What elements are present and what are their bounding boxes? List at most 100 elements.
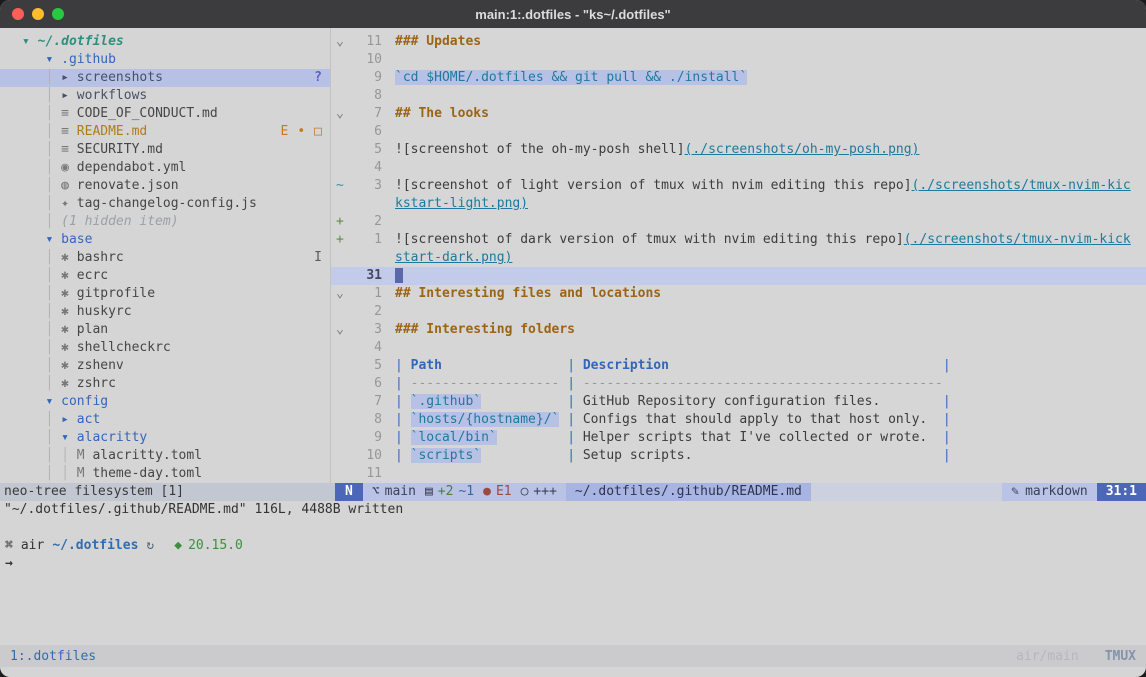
editor-line[interactable]: 9`cd $HOME/.dotfiles && git pull && ./in…	[331, 69, 1146, 87]
tree-item-label: dependabot.yml	[77, 159, 187, 177]
tree-item-alacritty-toml[interactable]: │ │ M alacritty.toml	[0, 447, 330, 465]
editor-line[interactable]: 9| `local/bin` | Helper scripts that I'v…	[331, 429, 1146, 447]
indent-guide	[22, 51, 45, 69]
tree-item-tag-changelog-config-js[interactable]: │ ✦ tag-changelog-config.js	[0, 195, 330, 213]
editor-line[interactable]: 7| `.github` | GitHub Repository configu…	[331, 393, 1146, 411]
editor-line[interactable]: 11	[331, 465, 1146, 483]
editor-line[interactable]: 10| `scripts` | Setup scripts. |	[331, 447, 1146, 465]
status-extra: +++	[533, 483, 556, 501]
tree-item-ecrc[interactable]: │ ✱ ecrc	[0, 267, 330, 285]
indent-guide: │	[22, 123, 61, 141]
tree-item-act[interactable]: │ ▸ act	[0, 411, 330, 429]
indent-guide: │	[22, 69, 61, 87]
tree-item-security-md[interactable]: │ ≡ SECURITY.md	[0, 141, 330, 159]
indent-guide: │	[22, 195, 61, 213]
tree-item-bashrc[interactable]: │ ✱ bashrcI	[0, 249, 330, 267]
zoom-button[interactable]	[52, 8, 64, 20]
indent-guide: │	[22, 375, 61, 393]
apple-icon: ⌘	[5, 537, 13, 555]
close-button[interactable]	[12, 8, 24, 20]
fold-sign-marker	[331, 159, 354, 177]
editor-line[interactable]: +2	[331, 213, 1146, 231]
tree-item-github[interactable]: ▾ .github	[0, 51, 330, 69]
tree-item-renovate-json[interactable]: │ ◍ renovate.json	[0, 177, 330, 195]
tmux-window-name[interactable]: 1:.dotfiles	[10, 649, 96, 664]
tree-item-screenshots[interactable]: │ ▸ screenshots?	[0, 69, 330, 87]
tmux-session-name: air/main	[1016, 649, 1079, 664]
editor-line[interactable]: 5![screenshot of the oh-my-posh shell](.…	[331, 141, 1146, 159]
editor-lines: ⌄11### Updates 10 9`cd $HOME/.dotfiles &…	[331, 33, 1146, 483]
status-extra-group: ○ +++	[521, 483, 557, 501]
indent-guide: │	[22, 339, 61, 357]
tree-item-1-hidden-item[interactable]: │ (1 hidden item)	[0, 213, 330, 231]
tree-item-alacritty[interactable]: │ ▾ alacritty	[0, 429, 330, 447]
file-icon: ≡	[61, 123, 77, 141]
tree-item-code-of-conduct-md[interactable]: │ ≡ CODE_OF_CONDUCT.md	[0, 105, 330, 123]
line-content: | `local/bin` | Helper scripts that I've…	[395, 429, 951, 447]
git-diff-group: ▤ +2 ~1	[425, 483, 474, 501]
diagnostic-icon: ●	[483, 483, 491, 501]
editor-line[interactable]: 6| ------------------- | ---------------…	[331, 375, 1146, 393]
editor-line[interactable]: 5| Path | Description |	[331, 357, 1146, 375]
fold-sign-marker	[331, 267, 354, 285]
line-content	[395, 267, 403, 285]
line-content: ![screenshot of the oh-my-posh shell](./…	[395, 141, 919, 159]
fold-sign-marker	[331, 249, 354, 267]
tree-item-zshrc[interactable]: │ ✱ zshrc	[0, 375, 330, 393]
mode-indicator: N	[335, 483, 363, 501]
editor-line[interactable]: ⌄11### Updates	[331, 33, 1146, 51]
fold-sign-marker	[331, 393, 354, 411]
syntax-segment	[927, 412, 943, 427]
editor-line[interactable]: 4	[331, 159, 1146, 177]
editor-line[interactable]: start-dark.png)	[331, 249, 1146, 267]
editor-line[interactable]: 10	[331, 51, 1146, 69]
tree-item-gitprofile[interactable]: │ ✱ gitprofile	[0, 285, 330, 303]
line-number: 2	[354, 303, 382, 321]
editor-line[interactable]: ⌄7## The looks	[331, 105, 1146, 123]
tree-item-workflows[interactable]: │ ▸ workflows	[0, 87, 330, 105]
editor-line[interactable]: ⌄1## Interesting files and locations	[331, 285, 1146, 303]
editor-line[interactable]: 2	[331, 303, 1146, 321]
editor-line[interactable]: 8| `hosts/{hostname}/` | Configs that sh…	[331, 411, 1146, 429]
tree-item-plan[interactable]: │ ✱ plan	[0, 321, 330, 339]
line-number: 7	[354, 393, 382, 411]
editor-line[interactable]: 6	[331, 123, 1146, 141]
editor-line[interactable]: ~3![screenshot of light version of tmux …	[331, 177, 1146, 195]
editor-line[interactable]: kstart-light.png)	[331, 195, 1146, 213]
tree-item-shellcheckrc[interactable]: │ ✱ shellcheckrc	[0, 339, 330, 357]
tree-item-base[interactable]: ▾ base	[0, 231, 330, 249]
editor-cursor-line[interactable]: 31	[331, 267, 1146, 285]
indent-guide: │	[22, 159, 61, 177]
tree-item-zshenv[interactable]: │ ✱ zshenv	[0, 357, 330, 375]
minimize-button[interactable]	[32, 8, 44, 20]
editor-pane[interactable]: ⌄11### Updates 10 9`cd $HOME/.dotfiles &…	[330, 28, 1146, 483]
fold-sign-marker	[331, 141, 354, 159]
syntax-segment: |	[567, 412, 583, 427]
editor-line[interactable]: ⌄3### Interesting folders	[331, 321, 1146, 339]
tree-item-dependabot-yml[interactable]: │ ◉ dependabot.yml	[0, 159, 330, 177]
file-icon: ◍	[61, 177, 77, 195]
tree-item-label: renovate.json	[77, 177, 179, 195]
tmux-pane-shell[interactable]: ⌘ air ~/.dotfiles ↻ ◆ 20.15.0 →	[0, 519, 1146, 591]
tree-item-label: CODE_OF_CONDUCT.md	[77, 105, 218, 123]
tree-item-label: screenshots	[77, 69, 163, 87]
diagnostics-group: ● E1	[483, 483, 511, 501]
editor-line[interactable]: 8	[331, 87, 1146, 105]
tree-item-readme-md[interactable]: │ ≡ README.mdE•□	[0, 123, 330, 141]
line-content: | ------------------- | ----------------…	[395, 375, 943, 393]
tree-item-config[interactable]: ▾ config	[0, 393, 330, 411]
syntax-segment	[442, 358, 567, 373]
tree-item-huskyrc[interactable]: │ ✱ huskyrc	[0, 303, 330, 321]
filetype-label: markdown	[1025, 483, 1088, 501]
node-icon: ◆	[174, 537, 182, 555]
tree-item-label: zshenv	[77, 357, 124, 375]
tree-item-label: alacritty.toml	[92, 447, 202, 465]
fold-sign-marker	[331, 447, 354, 465]
tree-item-dotfiles[interactable]: ▾ ~/.dotfiles	[0, 33, 330, 51]
file-icon: M	[77, 465, 93, 483]
editor-line[interactable]: 4	[331, 339, 1146, 357]
editor-line[interactable]: +1![screenshot of dark version of tmux w…	[331, 231, 1146, 249]
git-refresh-icon: ↻	[146, 537, 154, 555]
line-number: 9	[354, 69, 382, 87]
tree-item-theme-day-toml[interactable]: │ │ M theme-day.toml	[0, 465, 330, 483]
